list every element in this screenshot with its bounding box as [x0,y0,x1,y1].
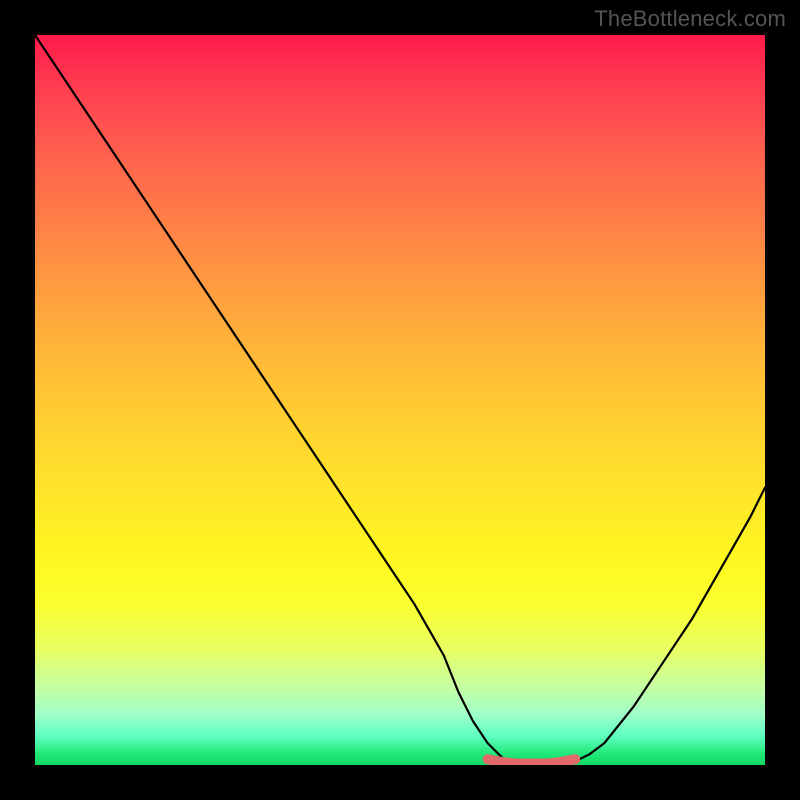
optimal-range-marker-path [488,759,576,763]
chart-plot-area [35,35,765,765]
watermark-label: TheBottleneck.com [594,6,786,32]
bottleneck-curve-path [35,35,765,765]
chart-curve-layer [35,35,765,765]
